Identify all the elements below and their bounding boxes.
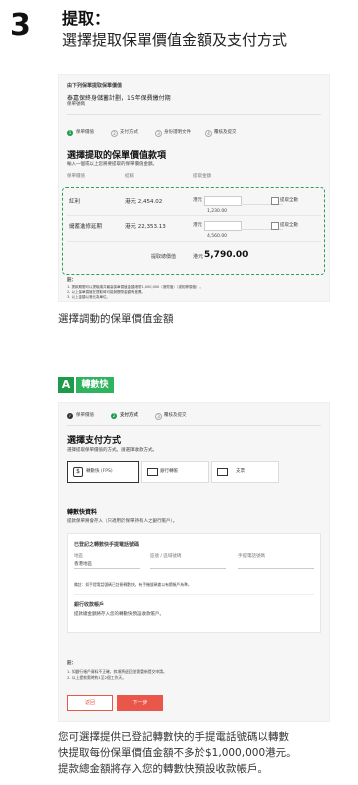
caption-fps-line3: 提款總金額將存入您的轉數快預設收款帳戶。	[58, 763, 268, 775]
form-instruction: 輸入一個或以上您將要提取的保單價值金額。	[67, 162, 157, 167]
caption-amount: 選擇調動的保單價值金額	[58, 313, 174, 325]
withdraw-amount-screenshot: 由下列保單提取保單價值 泰嘉保終身儲蓄計劃，15年保費繳付期 保單號碼 1 保單…	[58, 74, 330, 302]
step-subtitle: 選擇提取保單價值金額及支付方式	[62, 31, 288, 49]
option-cheque[interactable]: 支票	[211, 461, 279, 483]
step-number: 3	[10, 8, 31, 43]
plan-name: 泰嘉保終身儲蓄計劃，15年保費繳付期	[67, 95, 171, 102]
bank-card-icon	[147, 468, 158, 476]
total-label: 提取總價值	[151, 254, 177, 260]
divider	[67, 114, 321, 115]
acct-title: 銀行收款帳戶	[74, 602, 105, 608]
progress-step-2: 支付方式	[120, 413, 138, 418]
row-divider	[67, 241, 321, 242]
progress-step-1: 保單價值	[76, 130, 94, 135]
step-dot-3: 3	[155, 130, 162, 137]
progress-step-4: 覆核及提交	[214, 130, 237, 135]
cheque-icon	[217, 468, 228, 476]
progress-step-1: 保單價值	[76, 413, 94, 418]
area-code-field[interactable]: -	[150, 562, 226, 569]
fps-title: 轉數快資料	[67, 509, 98, 516]
option-label: 銀行轉帳	[160, 469, 178, 474]
col-header-balance: 結餘	[125, 174, 134, 179]
step-dot-4: 4	[205, 130, 212, 137]
field-label: 區號 / 區域號碼	[150, 554, 182, 559]
total-currency: 港元	[193, 254, 204, 260]
row-currency: 港元	[193, 223, 202, 228]
note-line: 2. 以上提款需時約1至2個工作天。	[67, 675, 127, 680]
option-fps[interactable]: $ 轉數快 (FPS)	[67, 461, 139, 483]
full-amount-label: 提取全數	[280, 223, 298, 228]
option-bank[interactable]: 銀行轉帳	[141, 461, 209, 483]
step-dot-2: 2	[111, 413, 117, 419]
amount-input[interactable]: 4,560.00	[204, 221, 242, 239]
step-title: 提取：	[62, 9, 111, 28]
fps-desc: 提款保單將會存入（只適用於保單持有人之銀行帳戶）。	[67, 519, 178, 524]
divider	[67, 425, 321, 426]
payment-method-screenshot: ✓ 保單價值 2 支付方式 3 覆核及提交 選擇支付方式 選擇提取保單價值的方式…	[58, 402, 330, 722]
progress-step-2: 支付方式	[120, 130, 138, 135]
row-currency: 港元	[193, 198, 202, 203]
payment-heading: 選擇支付方式	[67, 436, 122, 446]
step-dot-2: 2	[111, 130, 118, 137]
fps-panel: 已登記之轉數快手提電話號碼 地區 區號 / 區域號碼 手提電話號碼 香港地區 -…	[67, 533, 321, 633]
caption-fps-line2: 快提取每份保單價值金額不多於$1,000,000港元。	[58, 747, 297, 759]
row-name: 紅利	[69, 199, 81, 205]
caption-fps-line1: 您可選擇提供已登記轉數快的手提電話號碼以轉數	[58, 731, 289, 743]
row-balance: 港元 2,454.02	[125, 199, 163, 205]
form-heading: 選擇提取的保單價值款項	[67, 151, 167, 161]
step-dot-1: 1	[67, 130, 73, 136]
total-value: 5,790.00	[204, 250, 249, 260]
dollar-icon: $	[73, 467, 83, 477]
full-amount-checkbox[interactable]	[271, 197, 279, 205]
full-amount-label: 提取全數	[280, 198, 298, 203]
note-line: 3. 以上金額以港元為單位。	[67, 295, 110, 299]
row-balance: 港元 22,353.13	[125, 224, 166, 230]
divider	[74, 594, 314, 595]
option-tag-label: 轉數快	[76, 377, 114, 393]
plan-sub: 保單號碼	[67, 102, 85, 107]
step-dot-3: 3	[155, 413, 162, 420]
option-label: 轉數快 (FPS)	[86, 469, 113, 474]
next-button[interactable]: 下一步	[117, 695, 163, 711]
reg-title: 已登記之轉數快手提電話號碼	[74, 542, 140, 548]
field-label: 手提電話號碼	[238, 554, 265, 559]
progress-step-3: 覆核及提交	[164, 413, 187, 418]
row-divider	[67, 215, 321, 216]
section-label: 由下列保單提取保單價值	[67, 83, 123, 89]
col-header-amount: 提取金額	[193, 174, 211, 179]
row-name: 儲蓄進修延期	[69, 224, 103, 230]
full-amount-checkbox[interactable]	[271, 222, 279, 230]
option-tag-letter: A	[58, 377, 74, 393]
region-select[interactable]: 香港地區	[74, 562, 140, 569]
progress-step-3: 身份證明文件	[164, 130, 191, 135]
field-label: 地區	[74, 554, 83, 559]
fps-hint: 備註：如手提電話號碼已註冊轉數快，有手機號碼會以有關帳戶為準。	[74, 582, 192, 587]
option-label: 支票	[236, 469, 245, 474]
mobile-field[interactable]: -	[238, 562, 314, 569]
back-button[interactable]: 返回	[67, 695, 113, 711]
col-header-value: 保單價值	[67, 174, 85, 179]
acct-desc: 提款總金額將存入您的轉數快預設收款帳戶。	[74, 612, 164, 617]
amount-input[interactable]: 1,230.00	[204, 196, 242, 214]
notes-title: 註：	[67, 661, 76, 666]
payment-instruction: 選擇提取保單價值的方式。請選擇收款方式。	[67, 448, 157, 453]
check-icon: ✓	[67, 413, 73, 419]
